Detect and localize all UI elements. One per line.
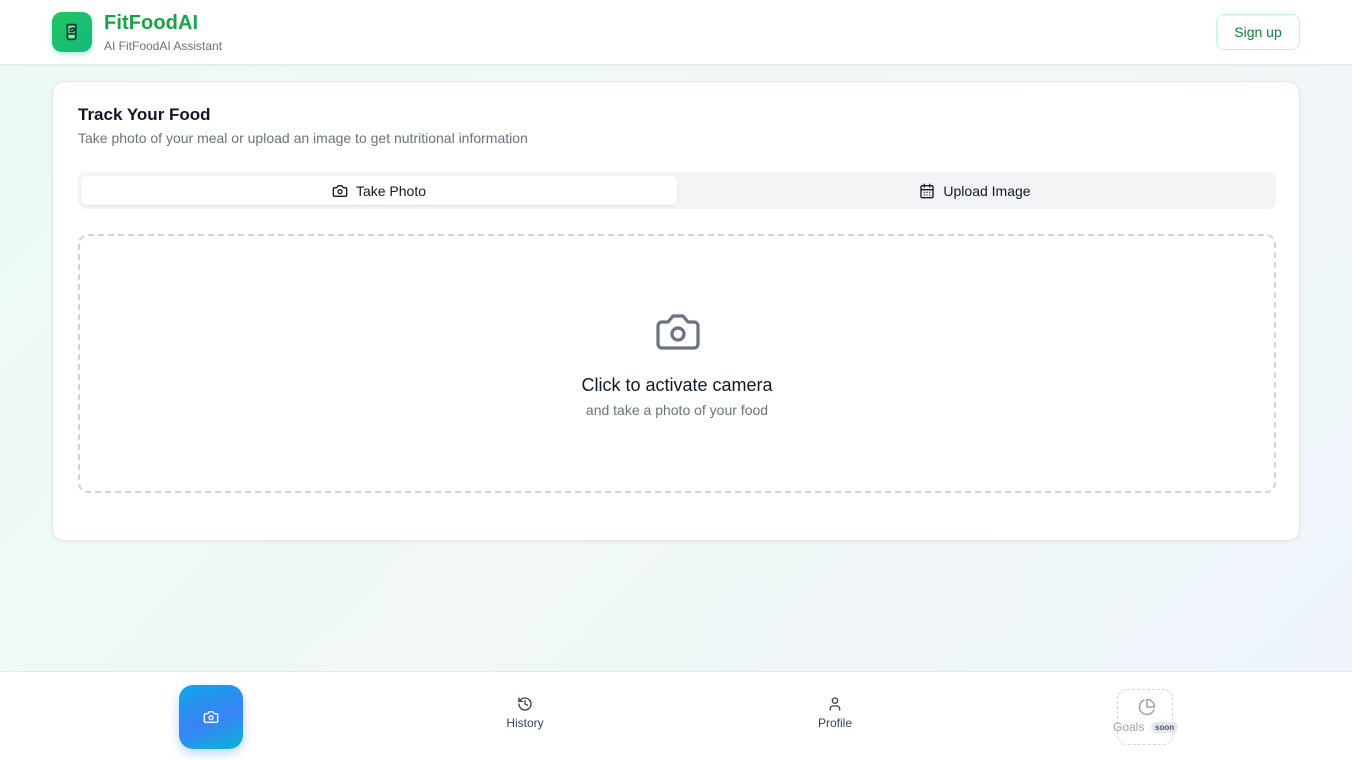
camera-icon	[656, 314, 700, 350]
pie-chart-icon	[1138, 698, 1156, 716]
nav-profile-label: Profile	[817, 716, 852, 730]
calendar-icon	[920, 183, 935, 198]
camera-icon	[332, 184, 348, 197]
card-description: Take photo of your meal or upload an ima…	[78, 130, 528, 146]
tab-upload-image-label: Upload Image	[943, 182, 1031, 199]
camera-icon	[203, 711, 219, 723]
soon-badge: soon	[1151, 722, 1179, 733]
activate-camera-title: Click to activate camera	[581, 375, 773, 395]
brand-name: FitFoodAI	[104, 12, 199, 34]
nav-goals[interactable]: Goals soon	[1113, 689, 1179, 745]
tab-upload-image[interactable]: Upload Image	[677, 176, 1273, 205]
user-icon	[829, 697, 841, 711]
track-food-card: Track Your Food Take photo of your meal …	[52, 81, 1300, 541]
history-icon	[518, 697, 532, 711]
nav-profile[interactable]: Profile	[795, 696, 875, 736]
capture-mode-tabs: Take Photo Upload Image	[78, 172, 1276, 209]
camera-button[interactable]	[179, 685, 243, 749]
nav-goals-label: Goals	[1113, 720, 1145, 734]
card-title: Track Your Food	[78, 105, 211, 124]
activate-camera-subtitle: and take a photo of your food	[585, 402, 769, 418]
signup-button[interactable]: Sign up	[1216, 14, 1300, 50]
food-leaf-icon	[66, 23, 77, 41]
tab-take-photo-label: Take Photo	[355, 182, 427, 199]
nav-history-label: History	[506, 716, 544, 730]
camera-activation-area[interactable]: Click to activate camera and take a phot…	[78, 234, 1276, 493]
bottom-navigation: History Profile Goals soon	[0, 671, 1352, 760]
nav-history[interactable]: History	[485, 696, 565, 736]
app-header: FitFoodAI AI FitFoodAI Assistant Sign up	[0, 0, 1352, 65]
tab-take-photo[interactable]: Take Photo	[81, 176, 677, 205]
brand-subtitle: AI FitFoodAI Assistant	[104, 39, 223, 53]
app-logo[interactable]	[52, 12, 92, 52]
